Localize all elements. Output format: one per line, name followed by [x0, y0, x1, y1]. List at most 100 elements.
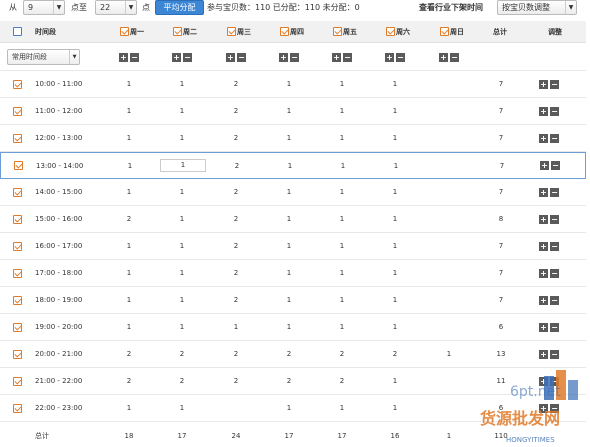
row-checkbox[interactable]: [11, 314, 23, 340]
count-cell: 1: [126, 242, 132, 250]
day-total: 17: [177, 432, 187, 440]
day-header-7[interactable]: 周日: [432, 21, 472, 42]
count-cell: 1: [286, 269, 292, 277]
day-header-1[interactable]: 周一: [112, 21, 152, 42]
count-cell: 1: [286, 296, 292, 304]
plus-icon[interactable]: +: [539, 187, 548, 197]
table-row: 10:00 - 11:00 1 1 2 1 1 1 7 + −: [0, 71, 586, 98]
count-cell: 1: [179, 323, 185, 331]
plus-icon[interactable]: +: [279, 52, 288, 62]
minus-icon[interactable]: −: [396, 52, 405, 62]
minus-icon[interactable]: −: [290, 52, 299, 62]
common-time-select[interactable]: 常用时间段 ▼: [7, 49, 80, 65]
adjust-mode-select[interactable]: 按宝贝数调整 ▼: [497, 0, 577, 15]
minus-icon[interactable]: −: [550, 376, 559, 386]
plus-minus-group: + −: [539, 79, 559, 89]
from-label: 从: [9, 3, 17, 12]
row-checkbox[interactable]: [11, 98, 23, 124]
plus-icon[interactable]: +: [539, 79, 548, 89]
plus-icon[interactable]: +: [172, 52, 181, 62]
minus-icon[interactable]: −: [450, 52, 459, 62]
time-range: 19:00 - 20:00: [35, 323, 83, 331]
plus-icon[interactable]: +: [539, 268, 548, 278]
minus-icon[interactable]: −: [550, 214, 559, 224]
plus-icon[interactable]: +: [539, 322, 548, 332]
count-cell: 2: [126, 215, 132, 223]
minus-icon[interactable]: −: [550, 295, 559, 305]
table-row: 20:00 - 21:00 2 2 2 2 2 2 1 13 + −: [0, 341, 586, 368]
count-cell: 2: [179, 350, 185, 358]
minus-icon[interactable]: −: [237, 52, 246, 62]
row-checkbox[interactable]: [11, 233, 23, 259]
start-hour-select[interactable]: 9 ▼: [23, 0, 65, 15]
minus-icon[interactable]: −: [550, 403, 559, 413]
time-range: 16:00 - 17:00: [35, 242, 83, 250]
minus-icon[interactable]: −: [183, 52, 192, 62]
plus-icon[interactable]: +: [539, 403, 548, 413]
row-checkbox[interactable]: [11, 71, 23, 97]
plus-icon[interactable]: +: [539, 241, 548, 251]
row-checkbox[interactable]: [11, 368, 23, 394]
day-header-3[interactable]: 周三: [219, 21, 259, 42]
day-name: 周六: [396, 27, 410, 36]
count-cell: 2: [233, 350, 239, 358]
minus-icon[interactable]: −: [550, 241, 559, 251]
industry-delist-time-link[interactable]: 查看行业下架时间: [419, 2, 483, 14]
minus-icon[interactable]: −: [550, 187, 559, 197]
count-cell: 1: [393, 161, 399, 170]
minus-icon[interactable]: −: [550, 79, 559, 89]
day-header-4[interactable]: 周四: [272, 21, 312, 42]
row-checkbox[interactable]: [11, 287, 23, 313]
minus-icon[interactable]: −: [551, 161, 560, 170]
day-header-2[interactable]: 周二: [165, 21, 205, 42]
plus-icon[interactable]: +: [226, 52, 235, 62]
minus-icon[interactable]: −: [130, 52, 139, 62]
average-distribute-button[interactable]: 平均分配: [155, 0, 204, 15]
plus-icon[interactable]: +: [119, 52, 128, 62]
table-row: 17:00 - 18:00 1 1 2 1 1 1 7 + −: [0, 260, 586, 287]
minus-icon[interactable]: −: [550, 268, 559, 278]
plus-icon[interactable]: +: [539, 106, 548, 116]
plus-icon[interactable]: +: [540, 161, 549, 170]
day-header-5[interactable]: 周五: [325, 21, 365, 42]
minus-icon[interactable]: −: [343, 52, 352, 62]
end-hour-select[interactable]: 22 ▼: [95, 0, 137, 15]
plus-icon[interactable]: +: [439, 52, 448, 62]
time-range: 20:00 - 21:00: [35, 350, 83, 358]
total-column-header: 总计: [493, 27, 507, 36]
time-column-header: 时间段: [35, 27, 56, 36]
count-cell: 1: [179, 215, 185, 223]
day-name: 周二: [183, 27, 197, 36]
select-all-checkbox[interactable]: [12, 21, 22, 42]
minus-icon[interactable]: −: [550, 106, 559, 116]
row-total: 11: [496, 377, 506, 385]
row-checkbox[interactable]: [11, 179, 23, 205]
checkbox-icon: [12, 133, 22, 143]
minus-icon[interactable]: −: [550, 322, 559, 332]
row-checkbox[interactable]: [11, 341, 23, 367]
row-checkbox[interactable]: [11, 395, 23, 421]
row-checkbox[interactable]: [12, 153, 24, 178]
day-header-6[interactable]: 周六: [378, 21, 418, 42]
row-checkbox[interactable]: [11, 125, 23, 151]
table-row: 18:00 - 19:00 1 1 2 1 1 1 7 + −: [0, 287, 586, 314]
plus-icon[interactable]: +: [539, 214, 548, 224]
plus-icon[interactable]: +: [332, 52, 341, 62]
count-cell: 2: [179, 377, 185, 385]
count-input[interactable]: 1: [160, 159, 206, 172]
count-cell: 1: [286, 404, 292, 412]
minus-icon[interactable]: −: [550, 133, 559, 143]
plus-icon[interactable]: +: [539, 295, 548, 305]
plus-icon[interactable]: +: [539, 133, 548, 143]
row-checkbox[interactable]: [11, 206, 23, 232]
row-checkbox[interactable]: [11, 260, 23, 286]
minus-icon[interactable]: −: [550, 349, 559, 359]
plus-icon[interactable]: +: [539, 349, 548, 359]
row-total: 7: [498, 80, 504, 88]
adjust-controls: + −: [538, 368, 560, 394]
checkbox-icon: [12, 27, 22, 36]
day-header-label: 周二: [173, 27, 197, 37]
plus-icon[interactable]: +: [539, 376, 548, 386]
day-name: 周四: [290, 27, 304, 36]
plus-icon[interactable]: +: [385, 52, 394, 62]
